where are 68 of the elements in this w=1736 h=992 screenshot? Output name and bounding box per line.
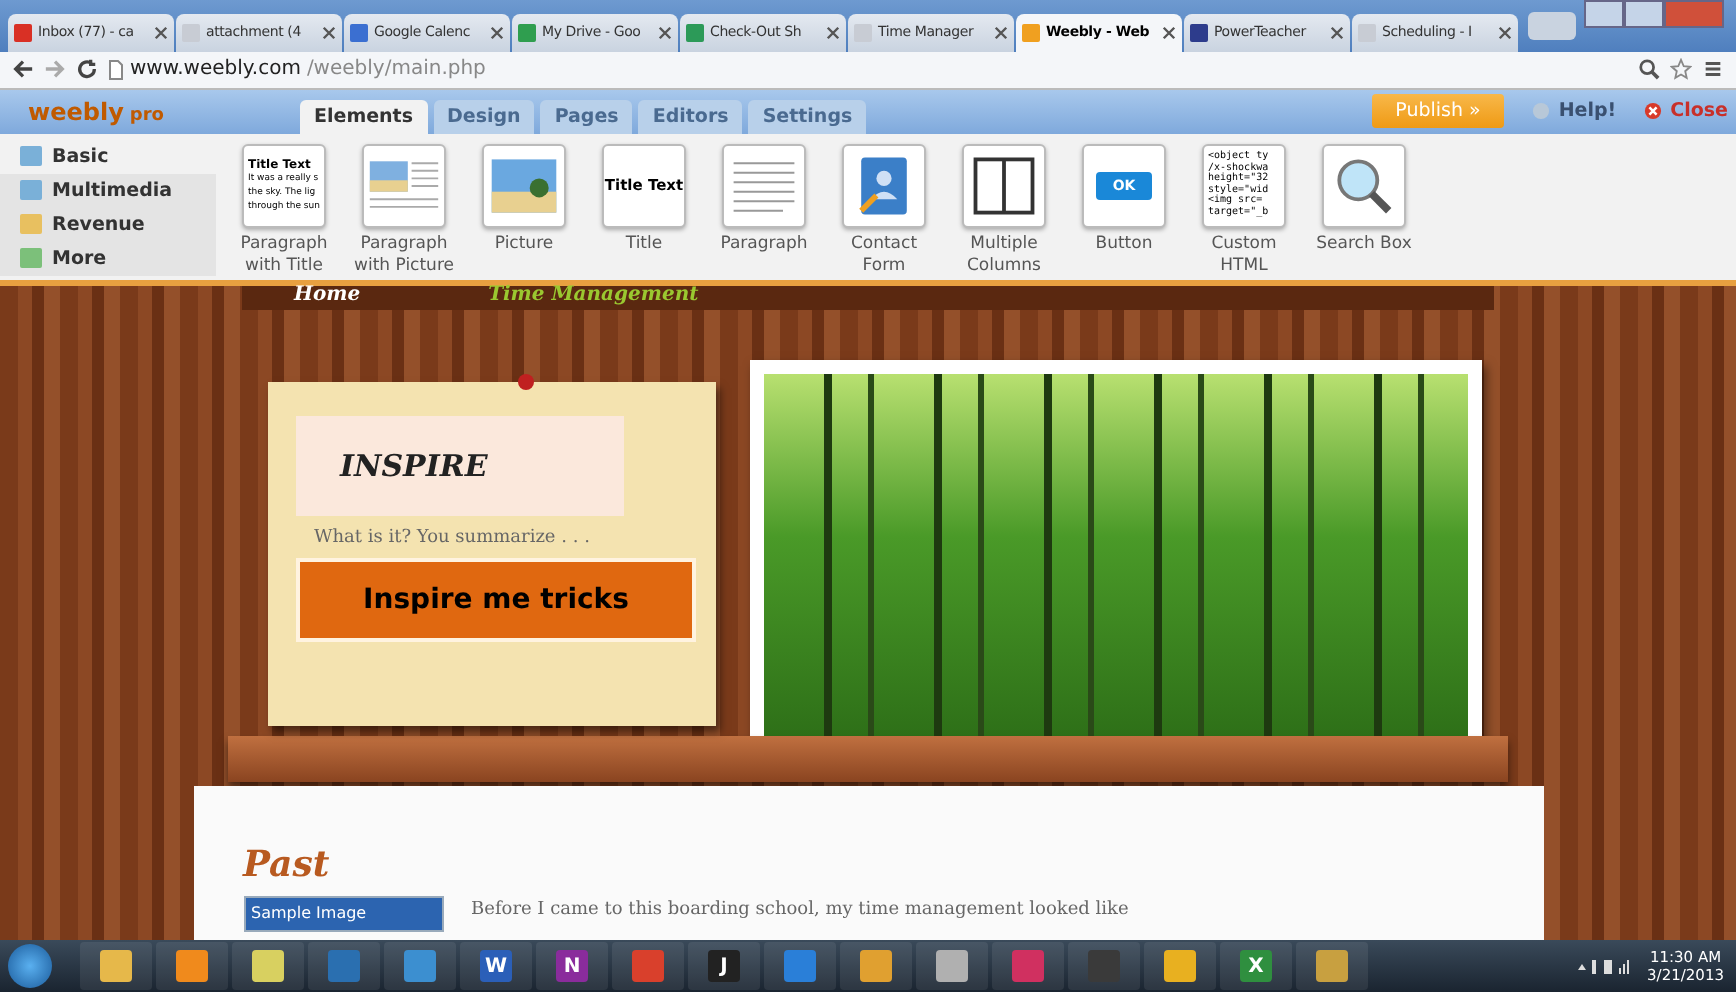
page-icon bbox=[108, 59, 124, 80]
close-icon bbox=[1644, 102, 1663, 121]
menu-icon[interactable] bbox=[1702, 58, 1724, 81]
close-icon[interactable] bbox=[658, 25, 672, 40]
taskbar-app[interactable] bbox=[232, 942, 304, 991]
element-label: Paragraph with Title bbox=[240, 233, 328, 278]
note-text: What is it? You summarize . . . bbox=[314, 527, 592, 548]
element-item[interactable]: Paragraph with Picture bbox=[344, 143, 464, 280]
taskbar-app[interactable]: N bbox=[536, 942, 608, 991]
element-label: Paragraph with Picture bbox=[354, 233, 454, 278]
taskbar-app[interactable]: X bbox=[1220, 942, 1292, 991]
taskbar-app[interactable] bbox=[1296, 942, 1368, 991]
taskbar-app[interactable]: J bbox=[688, 942, 760, 991]
taskbar-app[interactable] bbox=[156, 942, 228, 991]
app-icon: X bbox=[1240, 950, 1272, 983]
element-label: Custom HTML bbox=[1211, 233, 1277, 278]
zoom-icon[interactable] bbox=[1638, 58, 1660, 81]
element-item[interactable]: Search Box bbox=[1304, 143, 1424, 280]
element-label: Search Box bbox=[1316, 233, 1412, 256]
close-icon[interactable] bbox=[490, 25, 504, 40]
nav-link[interactable]: Home bbox=[294, 285, 361, 310]
reload-icon[interactable] bbox=[76, 58, 98, 81]
taskbar-app[interactable]: W bbox=[460, 942, 532, 991]
window-controls[interactable] bbox=[1584, 0, 1724, 28]
category-item[interactable]: Revenue bbox=[0, 207, 216, 242]
close-icon[interactable] bbox=[322, 25, 336, 40]
app-icon: W bbox=[480, 950, 512, 983]
app-icon: J bbox=[708, 950, 740, 983]
element-label: Multiple Columns bbox=[967, 233, 1041, 278]
close-icon[interactable] bbox=[1162, 25, 1176, 40]
editor-tab[interactable]: Settings bbox=[748, 99, 867, 134]
note-heading: INSPIRE bbox=[340, 447, 488, 484]
element-item[interactable]: Paragraph bbox=[704, 143, 824, 280]
taskbar-app[interactable] bbox=[1144, 942, 1216, 991]
star-icon[interactable] bbox=[1670, 58, 1692, 81]
taskbar-app[interactable] bbox=[916, 942, 988, 991]
category-item[interactable]: Multimedia bbox=[0, 173, 216, 208]
pin-icon bbox=[518, 373, 534, 390]
editor-tab[interactable]: Elements bbox=[300, 99, 427, 134]
help-link[interactable]: Help! bbox=[1532, 100, 1617, 123]
paragraph-text: Before I came to this boarding school, my time management looked like bbox=[471, 899, 1129, 920]
close-icon[interactable] bbox=[1330, 25, 1344, 40]
category-item[interactable]: More bbox=[0, 241, 216, 276]
editor-tab[interactable]: Design bbox=[433, 99, 535, 134]
image-caption: Sample Image bbox=[249, 903, 367, 924]
start-button[interactable] bbox=[8, 944, 52, 989]
back-icon[interactable] bbox=[12, 58, 34, 81]
taskbar-app[interactable] bbox=[384, 942, 456, 991]
taskbar-app[interactable] bbox=[840, 942, 912, 991]
section-title: Past bbox=[243, 845, 332, 886]
element-label: Paragraph bbox=[720, 233, 808, 256]
close-icon[interactable] bbox=[1498, 25, 1512, 40]
close-icon[interactable] bbox=[154, 25, 168, 40]
element-label: Contact Form bbox=[850, 233, 918, 278]
close-icon[interactable] bbox=[994, 25, 1008, 40]
app-icon: N bbox=[556, 950, 588, 983]
element-item[interactable]: Contact Form bbox=[824, 143, 944, 280]
inspire-button[interactable]: Inspire me tricks bbox=[296, 557, 696, 642]
editor-tab[interactable]: Editors bbox=[638, 99, 743, 134]
element-item[interactable]: Multiple Columns bbox=[944, 143, 1064, 280]
element-item[interactable]: Picture bbox=[464, 143, 584, 280]
element-label: Button bbox=[1095, 233, 1153, 256]
close-icon[interactable] bbox=[826, 25, 840, 40]
taskbar-app[interactable] bbox=[80, 942, 152, 991]
editor-tab[interactable]: Pages bbox=[540, 99, 633, 134]
nav-link[interactable]: Time Management bbox=[488, 285, 699, 310]
element-label: Picture bbox=[494, 233, 554, 256]
element-label: Title bbox=[625, 233, 663, 256]
